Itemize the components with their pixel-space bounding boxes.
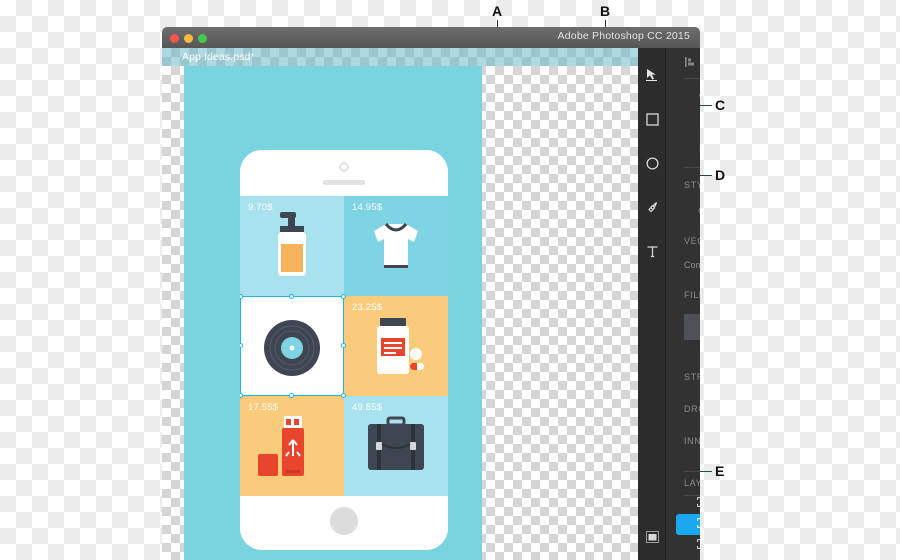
inner-shadows-section-header[interactable]: INNER SHADOWS + bbox=[666, 430, 700, 452]
rectangle-tool[interactable] bbox=[638, 104, 666, 134]
close-button[interactable] bbox=[170, 34, 179, 43]
document-tab[interactable]: App Ideas.psd* bbox=[162, 48, 638, 66]
stroke-section-header[interactable]: STROKE + bbox=[666, 366, 700, 388]
vector-section-header: VECTOR bbox=[666, 230, 700, 252]
align-left-icon[interactable] bbox=[684, 56, 697, 68]
pen-icon bbox=[647, 201, 657, 212]
product-price: 14.95$ bbox=[352, 202, 383, 213]
product-cell-briefcase[interactable]: 49.85$ bbox=[344, 396, 448, 496]
divider-transform bbox=[684, 167, 700, 168]
layer-item-record-label[interactable]: Record label bbox=[676, 493, 700, 514]
divider-align bbox=[684, 78, 700, 79]
drop-shadows-section-header[interactable]: DROP SHADOWS + bbox=[666, 398, 700, 420]
opacity-label: Opacity bbox=[684, 206, 700, 216]
annotation-label-c: C bbox=[715, 97, 726, 113]
combine-label: Combine bbox=[684, 260, 700, 270]
resize-handle-top-left[interactable] bbox=[240, 294, 243, 299]
product-cell-pills[interactable]: 23.25$ bbox=[344, 296, 448, 396]
artboard[interactable]: 9.70$ 14.95$ 11.90$ 23.25$ 17.55$ 49.85$ bbox=[184, 66, 482, 560]
phone-mockup: 9.70$ 14.95$ 11.90$ 23.25$ 17.55$ 49.85$ bbox=[240, 150, 448, 550]
resize-handle-middle-left[interactable] bbox=[240, 343, 243, 348]
move-tool[interactable] bbox=[638, 60, 666, 90]
pen-tool[interactable] bbox=[638, 192, 666, 222]
canvas-area[interactable]: 9.70$ 14.95$ 11.90$ 23.25$ 17.55$ 49.85$… bbox=[162, 48, 638, 560]
tool-palette bbox=[638, 48, 666, 560]
style-section-header: STYLE bbox=[666, 174, 700, 196]
resize-handle-top-center[interactable] bbox=[289, 294, 294, 299]
layers-section-label: LAYERS bbox=[684, 478, 700, 488]
type-t-icon bbox=[647, 245, 657, 257]
product-cell-tshirt[interactable]: 14.95$ bbox=[344, 196, 448, 296]
layer-shape-icon bbox=[696, 496, 700, 510]
layer-item-background[interactable]: background bbox=[676, 535, 700, 556]
drop-shadows-section-label: DROP SHADOWS bbox=[684, 404, 700, 414]
text-tool[interactable] bbox=[638, 236, 666, 266]
x-label: X bbox=[684, 119, 700, 129]
artboard-icon bbox=[645, 531, 659, 543]
window-title: Adobe Photoshop CC 2015 bbox=[557, 30, 690, 42]
fill-color-swatch[interactable] bbox=[684, 314, 700, 340]
home-button[interactable] bbox=[330, 507, 358, 535]
annotation-label-e: E bbox=[715, 463, 725, 479]
resize-handle-top-right[interactable] bbox=[341, 294, 346, 299]
layers-list: Record label Price & Record background bbox=[666, 493, 700, 560]
properties-panel: W 215.8 H 220.9 X 1169.9 Y 791.7 Rotate … bbox=[666, 48, 700, 560]
layer-shape-icon bbox=[696, 538, 700, 552]
product-price: 23.25$ bbox=[352, 302, 383, 313]
divider-layers-top bbox=[684, 471, 700, 472]
photoshop-window: Adobe Photoshop CC 2015 9.70$ 14.95$ 11.… bbox=[162, 27, 700, 560]
layer-item-price-and-record[interactable]: Price & Record bbox=[676, 514, 700, 535]
product-cell-usb[interactable]: 17.55$ bbox=[240, 396, 344, 496]
phone-camera-icon bbox=[339, 162, 349, 172]
product-price: 49.85$ bbox=[352, 402, 383, 413]
maximize-button[interactable] bbox=[198, 34, 207, 43]
rotate-label: Rotate bbox=[684, 145, 700, 155]
cursor-arrow-icon bbox=[645, 69, 657, 81]
rotate-row: Rotate 0 bbox=[666, 137, 700, 163]
resize-handle-middle-right[interactable] bbox=[341, 343, 346, 348]
annotation-label-a: A bbox=[492, 3, 503, 19]
product-price: 17.55$ bbox=[248, 402, 279, 413]
minimize-button[interactable] bbox=[184, 34, 193, 43]
width-label: W bbox=[684, 93, 700, 103]
position-row: X 1169.9 Y 791.7 bbox=[666, 111, 700, 137]
fill-section-header: FILL bbox=[666, 284, 700, 306]
rectangle-icon bbox=[645, 112, 659, 126]
artboard-tool[interactable] bbox=[638, 522, 666, 552]
product-cell-soap[interactable]: 9.70$ bbox=[240, 196, 344, 296]
size-row: W 215.8 H 220.9 bbox=[666, 85, 700, 111]
ellipse-tool[interactable] bbox=[638, 148, 666, 178]
resize-handle-bottom-center[interactable] bbox=[289, 393, 294, 398]
resize-handle-bottom-right[interactable] bbox=[341, 393, 346, 398]
inner-shadows-section-label: INNER SHADOWS bbox=[684, 436, 700, 446]
annotation-label-b: B bbox=[600, 3, 611, 19]
align-toolbar bbox=[666, 48, 700, 76]
fill-section-label: FILL bbox=[684, 290, 700, 300]
style-section-label: STYLE bbox=[684, 180, 700, 190]
phone-top-bar bbox=[240, 150, 448, 196]
fill-row: rgb(71, 79, 89) Alpha 100 bbox=[666, 306, 700, 352]
stroke-section-label: STROKE bbox=[684, 372, 700, 382]
selection-bounding-box[interactable] bbox=[240, 294, 346, 398]
vector-section-label: VECTOR bbox=[684, 236, 700, 246]
phone-speaker-icon bbox=[323, 180, 365, 185]
window-titlebar: Adobe Photoshop CC 2015 bbox=[162, 27, 700, 48]
opacity-row: Opacity 100 Normal ▾ bbox=[666, 198, 700, 224]
combine-row: Combine bbox=[666, 252, 700, 278]
layer-shape-icon bbox=[696, 517, 700, 531]
phone-bottom-bar bbox=[240, 496, 448, 550]
product-price: 9.70$ bbox=[248, 202, 273, 213]
ellipse-icon bbox=[645, 156, 659, 170]
layers-section-header: LAYERS 1 of 85 bbox=[666, 478, 700, 488]
annotation-label-d: D bbox=[715, 167, 726, 183]
